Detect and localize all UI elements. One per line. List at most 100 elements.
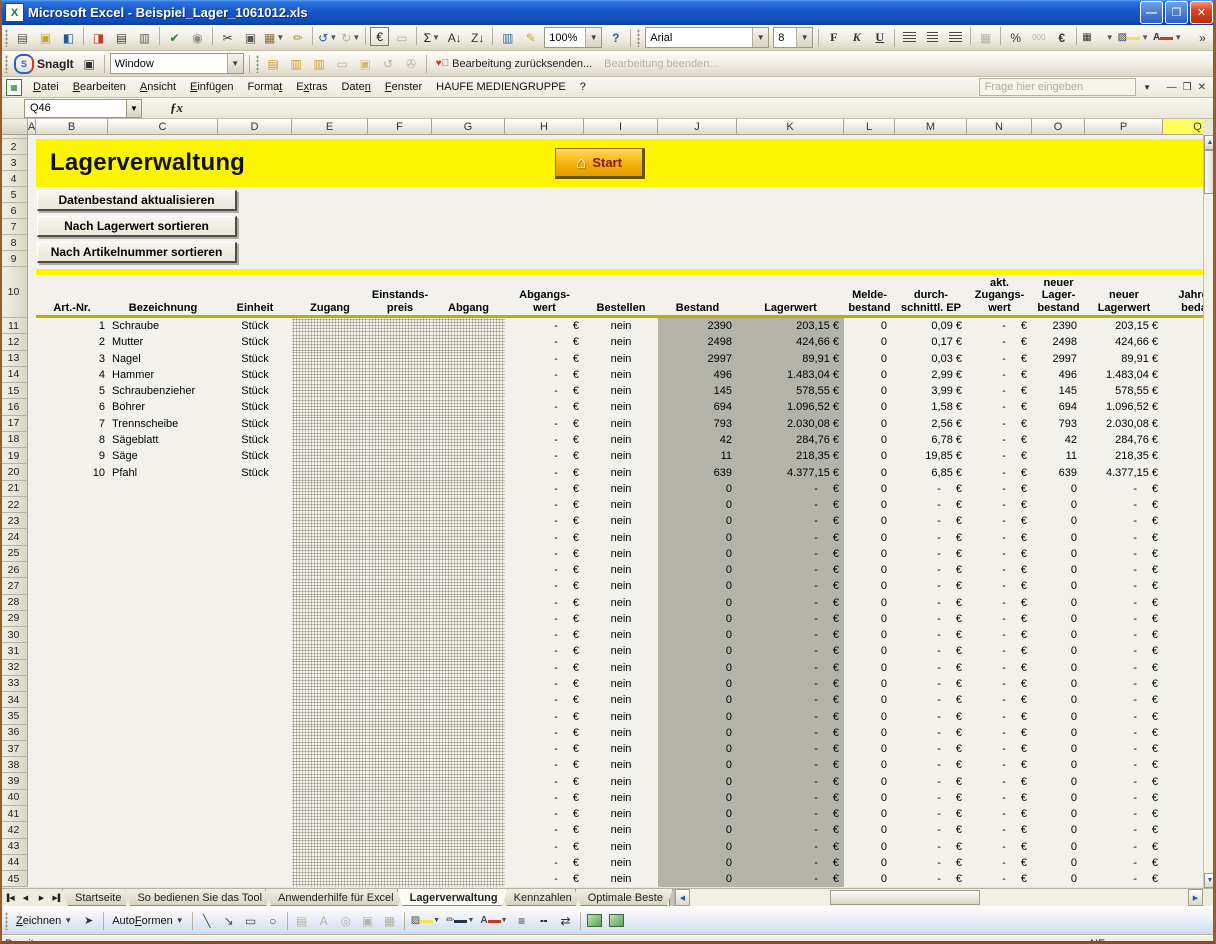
cell-I30[interactable]: nein [584, 627, 658, 643]
cell-C31[interactable] [108, 643, 218, 659]
cell-H25[interactable]: -€ [505, 546, 584, 562]
cell-O24[interactable]: 0 [1032, 529, 1085, 545]
sort-by-artikelnummer-button[interactable]: Nach Artikelnummer sortieren [37, 242, 237, 263]
cell-F45[interactable] [368, 871, 432, 887]
cell-I43[interactable]: nein [584, 839, 658, 855]
cell-L32[interactable]: 0 [844, 660, 895, 676]
cell-M8[interactable] [895, 235, 967, 251]
cell-G39[interactable] [432, 773, 505, 789]
scroll-down-icon[interactable]: ▼ [1204, 873, 1216, 888]
row-header-39[interactable]: 39 [0, 773, 28, 789]
cell-Q36[interactable] [1163, 725, 1203, 741]
cell-B31[interactable] [36, 643, 108, 659]
cell-C14[interactable]: Hammer [108, 367, 218, 383]
cell-E41[interactable] [292, 806, 368, 822]
cell-P9[interactable] [1085, 251, 1163, 267]
cell-O39[interactable]: 0 [1032, 773, 1085, 789]
cell-D40[interactable] [218, 790, 292, 806]
cell-A23[interactable] [28, 513, 36, 529]
cell-F36[interactable] [368, 725, 432, 741]
row-header-43[interactable]: 43 [0, 839, 28, 855]
cell-G41[interactable] [432, 806, 505, 822]
autoformen-menu[interactable]: AutoFormen▼ [107, 913, 188, 929]
cell-G44[interactable] [432, 855, 505, 871]
cell-M6[interactable] [895, 203, 967, 219]
cell-A19[interactable] [28, 448, 36, 464]
route-icon[interactable]: ▭ [332, 53, 353, 74]
cell-M7[interactable] [895, 219, 967, 235]
cell-N35[interactable]: -€ [967, 708, 1032, 724]
cell-Q45[interactable] [1163, 871, 1203, 887]
cell-J21[interactable]: 0 [658, 481, 737, 497]
cell-K44[interactable]: -€ [737, 855, 844, 871]
cell-Q31[interactable] [1163, 643, 1203, 659]
cell-G27[interactable] [432, 578, 505, 594]
cell-I22[interactable]: nein [584, 497, 658, 513]
cell-B30[interactable] [36, 627, 108, 643]
cell-M16[interactable]: 1,58 € [895, 399, 967, 415]
cell-N15[interactable]: -€ [967, 383, 1032, 399]
cell-J27[interactable]: 0 [658, 578, 737, 594]
cell-M22[interactable]: -€ [895, 497, 967, 513]
comment-icon[interactable]: ▭ [391, 27, 412, 48]
cell-O34[interactable]: 0 [1032, 692, 1085, 708]
cell-C25[interactable] [108, 546, 218, 562]
cell-E29[interactable] [292, 611, 368, 627]
cell-M23[interactable]: -€ [895, 513, 967, 529]
cell-B12[interactable]: 2 [36, 334, 108, 350]
cell-J22[interactable]: 0 [658, 497, 737, 513]
cell-G15[interactable] [432, 383, 505, 399]
cell-A40[interactable] [28, 790, 36, 806]
cell-E14[interactable] [292, 367, 368, 383]
align-left-icon[interactable] [899, 27, 920, 48]
cell-G22[interactable] [432, 497, 505, 513]
cell-P12[interactable]: 424,66 € [1085, 334, 1163, 350]
text-box-icon[interactable]: ▤ [292, 911, 312, 931]
cell-Q23[interactable] [1163, 513, 1203, 529]
cell-C16[interactable]: Bohrer [108, 399, 218, 415]
cell-Q15[interactable] [1163, 383, 1203, 399]
cell-K26[interactable]: -€ [737, 562, 844, 578]
cell-I16[interactable]: nein [584, 399, 658, 415]
cell-Q40[interactable] [1163, 790, 1203, 806]
column-header-P[interactable]: P [1085, 119, 1163, 135]
cell-K7[interactable] [737, 219, 844, 235]
sheet-tab-optimale-beste[interactable]: Optimale Beste [575, 889, 673, 906]
cell-H23[interactable]: -€ [505, 513, 584, 529]
cell-C20[interactable]: Pfahl [108, 464, 218, 480]
merge-center-icon[interactable]: ▦ [975, 27, 996, 48]
cell-E36[interactable] [292, 725, 368, 741]
cell-F42[interactable] [368, 822, 432, 838]
minimize-button[interactable]: — [1140, 1, 1163, 24]
cell-O44[interactable]: 0 [1032, 855, 1085, 871]
cell-N29[interactable]: -€ [967, 611, 1032, 627]
column-header-Q[interactable]: Q [1163, 119, 1203, 135]
cell-L29[interactable]: 0 [844, 611, 895, 627]
more-buttons-icon[interactable]: » [1192, 27, 1213, 48]
cell-D29[interactable] [218, 611, 292, 627]
folder-icon[interactable]: ▣ [355, 53, 376, 74]
cell-K39[interactable]: -€ [737, 773, 844, 789]
cell-O29[interactable]: 0 [1032, 611, 1085, 627]
cell-Q13[interactable] [1163, 351, 1203, 367]
cell-K29[interactable]: -€ [737, 611, 844, 627]
cell-F16[interactable] [368, 399, 432, 415]
3d-style-icon[interactable] [607, 911, 627, 931]
cell-O14[interactable]: 496 [1032, 367, 1085, 383]
cell-J7[interactable] [658, 219, 737, 235]
cell-M37[interactable]: -€ [895, 741, 967, 757]
cell-H40[interactable]: -€ [505, 790, 584, 806]
cell-C43[interactable] [108, 839, 218, 855]
permission-icon[interactable]: ◨ [88, 27, 109, 48]
cell-P18[interactable]: 284,76 € [1085, 432, 1163, 448]
row-header-29[interactable]: 29 [0, 611, 28, 627]
cell-Q42[interactable] [1163, 822, 1203, 838]
cell-P17[interactable]: 2.030,08 € [1085, 416, 1163, 432]
cell-P40[interactable]: -€ [1085, 790, 1163, 806]
line-color-icon[interactable]: ✏▼ [444, 911, 476, 931]
cell-J32[interactable]: 0 [658, 660, 737, 676]
cell-N38[interactable]: -€ [967, 757, 1032, 773]
cell-O26[interactable]: 0 [1032, 562, 1085, 578]
cell-B19[interactable]: 9 [36, 448, 108, 464]
cut-icon[interactable]: ✂ [217, 27, 238, 48]
